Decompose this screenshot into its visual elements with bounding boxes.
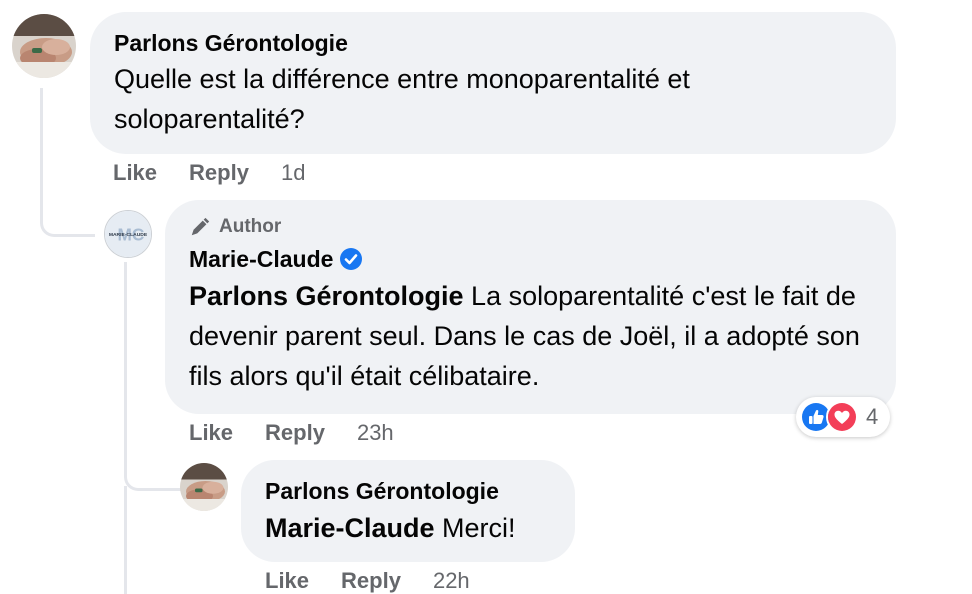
comment-text: Quelle est la différence entre monoparen…: [114, 64, 690, 134]
reaction-count: 4: [866, 404, 879, 429]
author-badge-label: Author: [219, 216, 282, 237]
comment-body: Merci!: [434, 513, 516, 543]
comment-bubble: Parlons Gérontologie Marie-Claude Merci!: [241, 460, 575, 562]
love-reaction-icon: [826, 401, 858, 433]
hands-photo-avatar-icon: [180, 463, 228, 511]
mention-link[interactable]: Parlons Gérontologie: [189, 281, 464, 311]
mc-logo-text: MARIE-CLAUDE: [109, 232, 148, 238]
mention-link[interactable]: Marie-Claude: [265, 513, 435, 543]
avatar[interactable]: MC MARIE-CLAUDE: [104, 210, 152, 258]
comment-timestamp[interactable]: 22h: [433, 568, 470, 594]
comment-text: Marie-Claude Merci!: [265, 508, 551, 548]
comment-author[interactable]: Marie-Claude: [189, 246, 333, 272]
like-button[interactable]: Like: [265, 568, 309, 594]
comment-actions: Like Reply 1d: [113, 160, 305, 186]
hands-photo-avatar-icon: [12, 14, 76, 78]
comment-timestamp[interactable]: 1d: [281, 160, 305, 186]
reply-button[interactable]: Reply: [189, 160, 249, 186]
comment-bubble: Parlons Gérontologie Quelle est la diffé…: [90, 12, 896, 154]
comment-bubble: Author Marie-Claude Parlons Gérontologie…: [165, 200, 896, 414]
verified-badge-icon: [339, 247, 363, 271]
thread-connector: [124, 486, 127, 594]
like-button[interactable]: Like: [189, 420, 233, 446]
reaction-summary[interactable]: 4: [796, 397, 891, 437]
like-button[interactable]: Like: [113, 160, 157, 186]
comment-actions: Like Reply 22h: [265, 568, 470, 594]
reply-button[interactable]: Reply: [341, 568, 401, 594]
pen-icon: [189, 216, 211, 238]
reply-button[interactable]: Reply: [265, 420, 325, 446]
comment-timestamp[interactable]: 23h: [357, 420, 394, 446]
mc-logo-avatar-icon: MC MARIE-CLAUDE: [105, 211, 151, 257]
comment-text: Parlons Gérontologie La soloparentalité …: [189, 276, 872, 396]
thread-connector: [40, 88, 95, 237]
comment-actions: Like Reply 23h: [189, 420, 394, 446]
avatar[interactable]: [180, 463, 228, 511]
comment-author[interactable]: Parlons Gérontologie: [114, 30, 872, 56]
avatar[interactable]: [12, 14, 76, 78]
comment-author[interactable]: Parlons Gérontologie: [265, 478, 551, 504]
author-badge: Author: [189, 214, 872, 240]
